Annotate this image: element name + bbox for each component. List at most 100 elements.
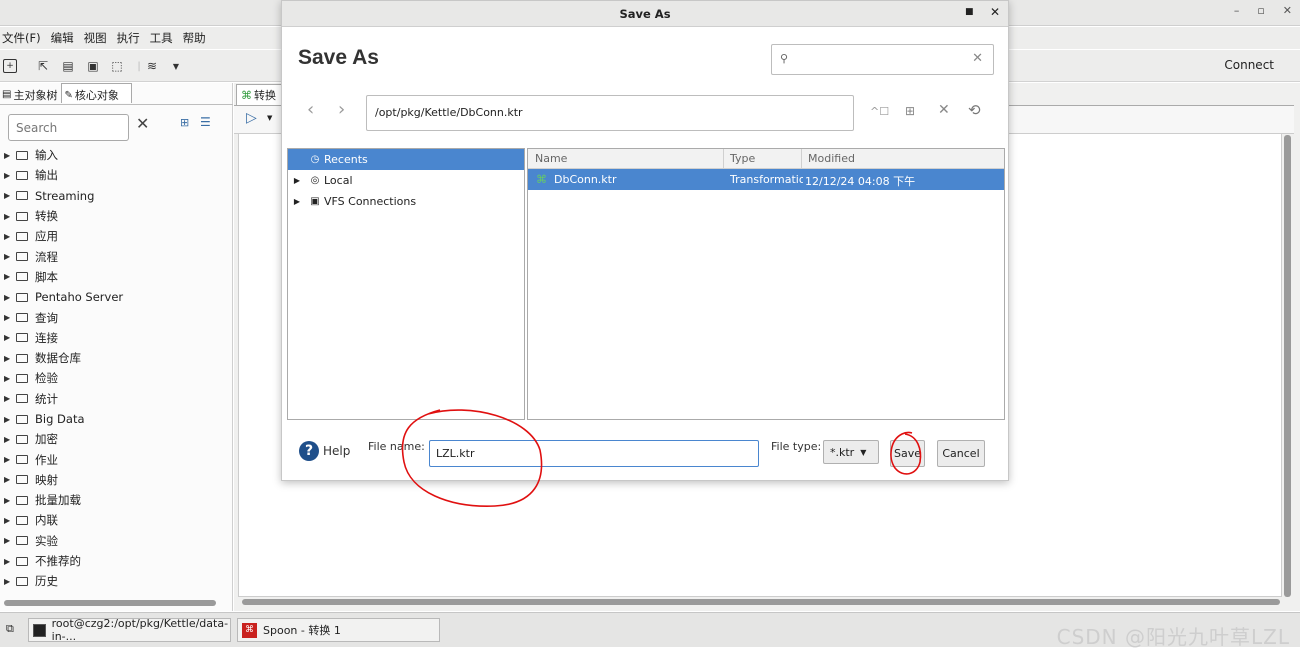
expand-arrow-icon[interactable]: ▶ — [288, 176, 306, 185]
chevron-down-icon[interactable]: ▼ — [169, 59, 183, 73]
tree-item[interactable]: ▶ 映射 — [0, 470, 233, 490]
collapse-tree-icon[interactable]: ⊞ — [180, 116, 189, 129]
expand-arrow-icon[interactable]: ▶ — [4, 212, 16, 221]
explore-repository-icon[interactable]: ▤ — [61, 59, 75, 73]
expand-arrow-icon[interactable]: ▶ — [4, 232, 16, 241]
expand-arrow-icon[interactable]: ▶ — [4, 536, 16, 545]
folder-recents[interactable]: ◷ Recents — [288, 149, 524, 170]
save-as-icon[interactable]: ⬚ — [110, 59, 124, 73]
dialog-close-icon[interactable]: ✕ — [990, 5, 1000, 19]
folder-local[interactable]: ▶ ◎ Local — [288, 170, 524, 191]
tree-item[interactable]: ▶ 流程 — [0, 246, 233, 266]
tree-item[interactable]: ▶ 输入 — [0, 145, 233, 165]
expand-arrow-icon[interactable]: ▶ — [4, 252, 16, 261]
refresh-icon[interactable]: ⟲ — [968, 101, 981, 119]
cancel-button[interactable]: Cancel — [937, 440, 985, 467]
tree-item[interactable]: ▶ 历史 — [0, 571, 233, 591]
minimize-button[interactable]: – — [1234, 4, 1240, 17]
run-icon[interactable]: ▷ — [246, 110, 257, 126]
tree-item[interactable]: ▶ 输出 — [0, 165, 233, 185]
expand-arrow-icon[interactable]: ▶ — [4, 191, 16, 200]
clear-search-icon[interactable]: ✕ — [136, 114, 149, 133]
menu-tools[interactable]: 工具 — [150, 30, 173, 46]
up-directory-icon[interactable]: ^☐ — [870, 105, 889, 118]
taskbar-spoon[interactable]: ⌘ Spoon - 转换 1 — [237, 618, 440, 642]
tree-item[interactable]: ▶ 脚本 — [0, 267, 233, 287]
expand-arrow-icon[interactable]: ▶ — [4, 313, 16, 322]
new-file-icon[interactable]: + — [3, 59, 17, 73]
menu-edit[interactable]: 编辑 — [51, 30, 74, 46]
chevron-down-icon[interactable]: ▼ — [267, 114, 272, 122]
connect-button[interactable]: Connect — [1224, 58, 1274, 72]
dialog-search-input[interactable]: ⚲ ✕ — [771, 44, 994, 75]
expand-arrow-icon[interactable]: ▶ — [4, 374, 16, 383]
menu-run[interactable]: 执行 — [117, 30, 140, 46]
tree-item[interactable]: ▶ 数据仓库 — [0, 348, 233, 368]
expand-arrow-icon[interactable]: ▶ — [4, 516, 16, 525]
help-link[interactable]: Help — [323, 444, 350, 458]
expand-arrow-icon[interactable]: ▶ — [4, 496, 16, 505]
new-folder-icon[interactable]: ⊞ — [905, 104, 915, 118]
back-icon[interactable]: ‹ — [307, 99, 314, 120]
file-type-select[interactable]: *.ktr ▼ — [823, 440, 879, 464]
canvas-horizontal-scrollbar[interactable] — [242, 599, 1280, 605]
search-input[interactable]: Search — [8, 114, 129, 141]
expand-arrow-icon[interactable]: ▶ — [4, 455, 16, 464]
tab-core-objects[interactable]: ✎ 核心对象 — [61, 83, 132, 103]
tree-item[interactable]: ▶ 连接 — [0, 328, 233, 348]
tab-transformation[interactable]: ⌘ 转换 — [236, 84, 286, 105]
save-icon[interactable]: ▣ — [86, 59, 100, 73]
tree-item[interactable]: ▶ Big Data — [0, 409, 233, 429]
help-icon[interactable]: ? — [299, 441, 319, 461]
left-horizontal-scrollbar[interactable] — [4, 600, 216, 606]
tree-item[interactable]: ▶ 实验 — [0, 531, 233, 551]
open-file-icon[interactable]: ⇱ — [36, 59, 50, 73]
column-name[interactable]: Name — [535, 152, 567, 165]
menu-file[interactable]: 文件(F) — [2, 30, 41, 46]
expand-arrow-icon[interactable]: ▶ — [4, 293, 16, 302]
maximize-button[interactable]: ▫ — [1257, 4, 1264, 17]
tree-item[interactable]: ▶ 应用 — [0, 226, 233, 246]
tree-item[interactable]: ▶ 查询 — [0, 307, 233, 327]
expand-arrow-icon[interactable]: ▶ — [4, 394, 16, 403]
expand-arrow-icon[interactable]: ▶ — [4, 272, 16, 281]
tree-item[interactable]: ▶ 转换 — [0, 206, 233, 226]
tree-item[interactable]: ▶ 统计 — [0, 389, 233, 409]
tree-item[interactable]: ▶ 加密 — [0, 429, 233, 449]
expand-arrow-icon[interactable]: ▶ — [288, 197, 306, 206]
tree-item[interactable]: ▶ 不推荐的 — [0, 551, 233, 571]
expand-tree-icon[interactable]: ☰ — [200, 115, 211, 129]
expand-arrow-icon[interactable]: ▶ — [4, 577, 16, 586]
tree-item[interactable]: ▶ 批量加载 — [0, 490, 233, 510]
expand-arrow-icon[interactable]: ▶ — [4, 333, 16, 342]
expand-arrow-icon[interactable]: ▶ — [4, 475, 16, 484]
close-button[interactable]: ✕ — [1283, 4, 1292, 17]
taskbar-terminal[interactable]: root@czg2:/opt/pkg/Kettle/data-in-... — [28, 617, 231, 643]
expand-arrow-icon[interactable]: ▶ — [4, 557, 16, 566]
show-desktop-icon[interactable]: ⧉ — [6, 622, 14, 636]
expand-arrow-icon[interactable]: ▶ — [4, 151, 16, 160]
delete-icon[interactable]: ✕ — [938, 102, 950, 118]
layers-icon[interactable]: ≋ — [145, 59, 159, 73]
tree-item[interactable]: ▶ Pentaho Server — [0, 287, 233, 307]
tab-main-tree[interactable]: ▤ 主对象树 — [0, 83, 61, 103]
dialog-maximize-icon[interactable]: ■ — [965, 7, 974, 17]
menu-help[interactable]: 帮助 — [183, 30, 206, 46]
canvas-vertical-scrollbar[interactable] — [1284, 135, 1291, 597]
tree-item[interactable]: ▶ 内联 — [0, 510, 233, 530]
clear-search-icon[interactable]: ✕ — [972, 51, 983, 66]
forward-icon[interactable]: › — [338, 99, 345, 120]
path-field[interactable]: /opt/pkg/Kettle/DbConn.ktr — [366, 95, 854, 131]
folder-vfs[interactable]: ▶ ▣ VFS Connections — [288, 191, 524, 212]
column-type[interactable]: Type — [730, 152, 755, 165]
file-name-input[interactable]: LZL.ktr — [429, 440, 759, 467]
file-row[interactable]: ⌘ DbConn.ktr Transformation 12/12/24 04:… — [528, 169, 1004, 190]
expand-arrow-icon[interactable]: ▶ — [4, 435, 16, 444]
expand-arrow-icon[interactable]: ▶ — [4, 354, 16, 363]
tree-item[interactable]: ▶ 作业 — [0, 449, 233, 469]
expand-arrow-icon[interactable]: ▶ — [4, 171, 16, 180]
tree-item[interactable]: ▶ 检验 — [0, 368, 233, 388]
expand-arrow-icon[interactable]: ▶ — [4, 415, 16, 424]
tree-item[interactable]: ▶ Streaming — [0, 186, 233, 206]
column-modified[interactable]: Modified — [808, 152, 855, 165]
